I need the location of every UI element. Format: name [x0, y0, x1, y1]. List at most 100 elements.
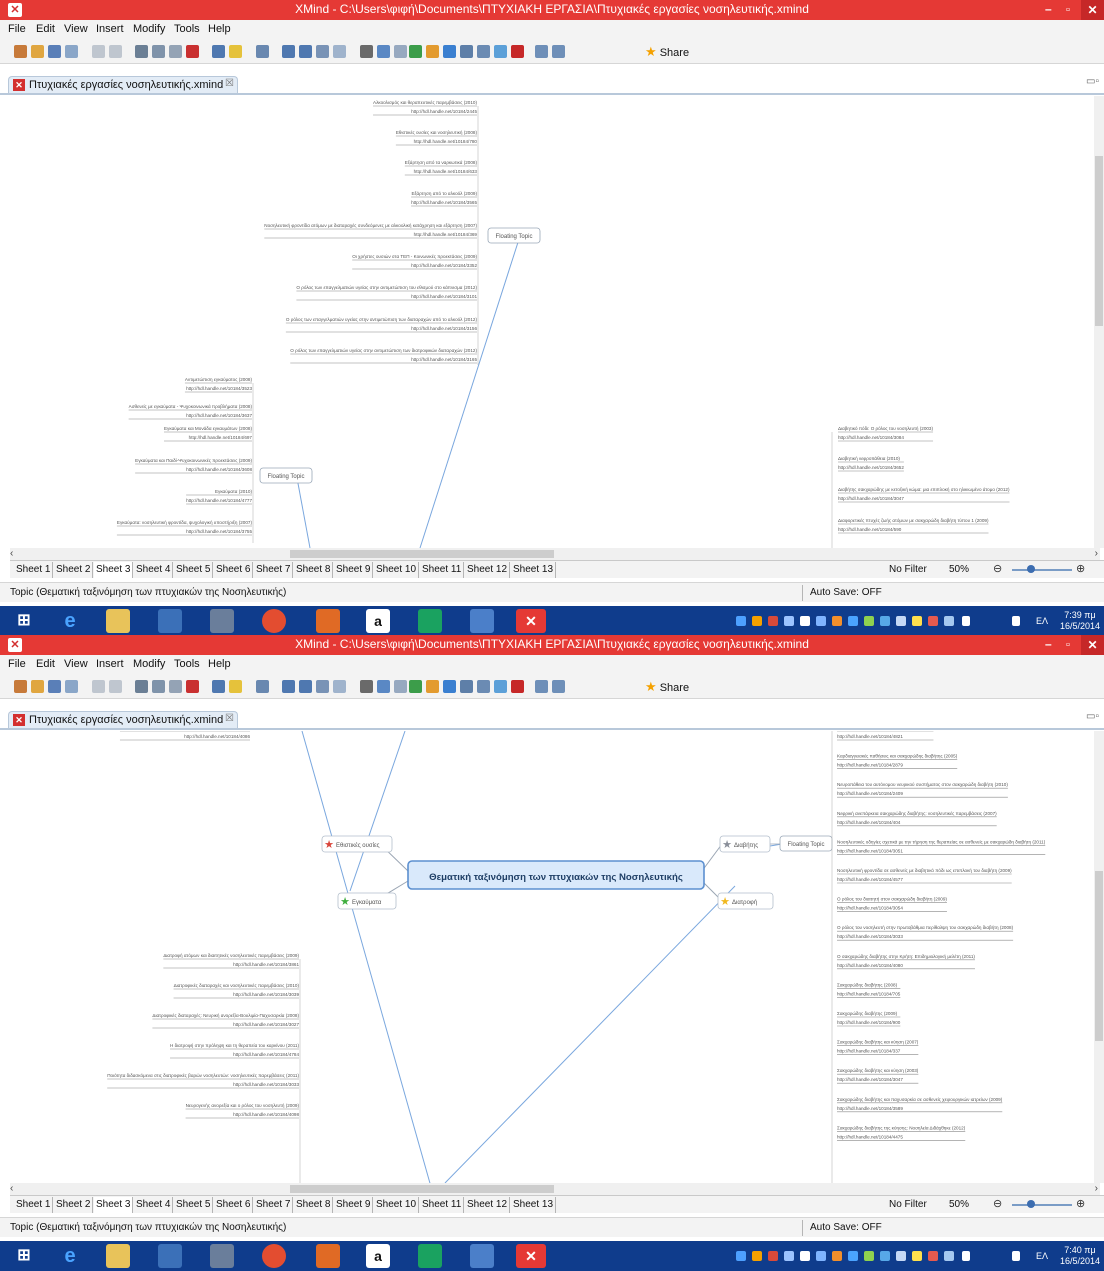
- subtopic-item[interactable]: Εγκαύματα (2010) http://hdl.handle.net/10…: [186, 488, 252, 505]
- undo-icon[interactable]: [92, 45, 105, 58]
- subtopic-title[interactable]: Ο ρόλος του νοσηλευτή στην πρωτοβάθμια π…: [837, 924, 1014, 930]
- subtopic-item[interactable]: Ποιότητα διδασκόμενα στις διατροφικές βα…: [107, 1072, 299, 1089]
- subtopic-item[interactable]: Νευροπάθεια του αυτόνομου νευρικού συστή…: [837, 781, 1008, 798]
- copy-icon[interactable]: [152, 45, 165, 58]
- zoom-level[interactable]: 50%: [949, 564, 969, 575]
- vertical-scrollbar[interactable]: [1094, 96, 1104, 548]
- zoom-in-icon[interactable]: ⊕: [1076, 562, 1085, 575]
- subtopic-item[interactable]: Εθιστικές ουσίες και νοσηλευτική (2008) h…: [395, 129, 478, 146]
- sheet-tab[interactable]: Sheet 1: [14, 562, 54, 578]
- sheet-tab[interactable]: Sheet 13: [511, 562, 557, 578]
- filter-dropdown[interactable]: No Filter: [889, 564, 927, 575]
- delete-icon[interactable]: [186, 45, 199, 58]
- paste-icon[interactable]: [169, 45, 182, 58]
- summary-icon[interactable]: [494, 45, 507, 58]
- subtopic-title[interactable]: Νευρογενής ανορεξία και ο ρόλος του νοση…: [186, 1102, 300, 1109]
- subtopic-item[interactable]: Διαβητική νεφροπάθεια (2010) http://hdl.h…: [838, 455, 904, 472]
- subtopic-link[interactable]: http://hdl.handle.net/10184/3861: [233, 962, 299, 967]
- subtopic-title[interactable]: Ο ρόλος των επαγγελματιών υγείας στην αν…: [286, 316, 478, 322]
- subtopic-item[interactable]: Σακχαρώδης διαβήτης και κύηση (2007) http…: [837, 1039, 919, 1055]
- zoom-slider[interactable]: [1012, 1204, 1072, 1206]
- menu-insert[interactable]: Insert: [96, 658, 124, 670]
- main-topic[interactable]: ★ Εθιστικές ουσίες: [321, 835, 393, 853]
- office-icon[interactable]: [316, 609, 340, 633]
- sheet-tab[interactable]: Sheet 5: [174, 562, 214, 578]
- tray-icon-6[interactable]: [816, 616, 826, 626]
- menu-view[interactable]: View: [64, 658, 88, 670]
- subtopic-title[interactable]: Εξάρτηση από τα ναρκωτικά (2008): [405, 159, 478, 166]
- subtopic-link[interactable]: http://hdl.handle.net/10184/4577: [837, 877, 903, 882]
- tray-icon-12[interactable]: [912, 1251, 922, 1261]
- stop-icon[interactable]: [511, 680, 524, 693]
- zoom-slider-knob[interactable]: [1027, 565, 1035, 573]
- subtopic-title[interactable]: Ο ρόλος των επαγγελματιών υγείας στην αν…: [296, 284, 477, 290]
- subtopic-title[interactable]: Αλκοολισμός και θεραπευτικές παρεμβάσεις…: [373, 99, 477, 105]
- view-menu-icon[interactable]: ▭▫: [1086, 76, 1099, 87]
- language-indicator[interactable]: ΕΛ: [1036, 616, 1048, 626]
- subtopic-link[interactable]: http://hdl.handle.net/10184/3652: [838, 465, 904, 470]
- xmind-taskbar-icon[interactable]: ✕: [516, 1244, 546, 1268]
- zoom-level[interactable]: 50%: [949, 1199, 969, 1210]
- marker-icon[interactable]: [409, 680, 422, 693]
- subtopic-link[interactable]: http://hdl.handle.net/10184/3589: [837, 1106, 903, 1111]
- zoom-in-icon[interactable]: ⊕: [1076, 1197, 1085, 1210]
- volume-icon[interactable]: [1012, 1251, 1020, 1261]
- signal-icon[interactable]: [962, 616, 970, 626]
- subtopic-title[interactable]: Σακχαρώδης διαβήτης και παχυσαρκία σε ασ…: [837, 1096, 1003, 1102]
- horizontal-scrollbar-thumb[interactable]: [290, 550, 554, 558]
- subtopic-link[interactable]: http://hdl.handle.net/10184/3051: [837, 848, 903, 853]
- image-icon[interactable]: [377, 45, 390, 58]
- filter-dropdown[interactable]: No Filter: [889, 1199, 927, 1210]
- view-menu-icon[interactable]: ▭▫: [1086, 711, 1099, 722]
- subtopic-title[interactable]: Νευροπάθεια του αυτόνομου νευρικού συστή…: [837, 781, 1008, 787]
- subtopic-link[interactable]: http://hdl.handle.net/10184/4821: [837, 734, 903, 739]
- subtopic-title[interactable]: Διατροφή ατόμων και διαιτητικές νοσηλευτ…: [163, 952, 299, 958]
- main-topic[interactable]: ★ Διαβήτης: [719, 835, 771, 853]
- network-icon[interactable]: [944, 616, 954, 626]
- subtopic-title[interactable]: Εγκαύματα: νοσηλευτική φροντίδα, ψυχολογ…: [117, 519, 253, 526]
- mind-map-canvas[interactable]: Θεματική ταξινόμηση των πτυχιακών της Νο…: [10, 731, 1100, 1183]
- window-titlebar[interactable]: ✕ XMind - C:\Users\φιφή\Documents\ΠΤΥΧΙΑ…: [0, 0, 1104, 20]
- menu-tools[interactable]: Tools: [174, 658, 200, 670]
- chrome-icon[interactable]: [262, 609, 286, 633]
- app-icon-2[interactable]: [210, 609, 234, 633]
- subtopic-item[interactable]: Ο ρόλος του διαιτητή στον σακχαρώδη διαβ…: [837, 896, 947, 912]
- subtopic-title[interactable]: Ο σακχαρώδης διαβήτης στην Κρήτη: Επιδημ…: [837, 953, 975, 959]
- hyperlink-icon[interactable]: [360, 45, 373, 58]
- sheet-tab[interactable]: Sheet 12: [465, 1197, 511, 1213]
- word-icon[interactable]: [470, 1244, 494, 1268]
- subtopic-link[interactable]: http://hdl.handle.net/10184/633: [414, 169, 478, 174]
- layout-icon[interactable]: [256, 680, 269, 693]
- subtopic-link[interactable]: http://hdl.handle.net/10184/4080: [837, 963, 903, 968]
- tray-icon-7[interactable]: [832, 1251, 842, 1261]
- open-icon[interactable]: [31, 45, 44, 58]
- drill-up-icon[interactable]: [552, 680, 565, 693]
- subtopic-title[interactable]: Οι χρήστες ουσιών στα ΤΕΠ - Κοινωνικές π…: [352, 253, 477, 259]
- marker-icon[interactable]: [409, 45, 422, 58]
- subtopic-link[interactable]: http://hdl.handle.net/10184/705: [837, 991, 901, 996]
- menu-modify[interactable]: Modify: [133, 658, 165, 670]
- subtopic-link[interactable]: http://hdl.handle.net/10184/3352: [411, 263, 477, 268]
- subtopic-item[interactable]: Νεφρική ανεπάρκεια σακχαρώδης διαβήτης: …: [837, 810, 997, 827]
- menu-tools[interactable]: Tools: [174, 23, 200, 35]
- subtopic-item[interactable]: Ο ρόλος των επαγγελματιών υγείας στην αν…: [285, 316, 478, 333]
- sheet-tab[interactable]: Sheet 4: [134, 1197, 174, 1213]
- zoom-out-icon[interactable]: ⊖: [993, 562, 1002, 575]
- flag-icon[interactable]: [928, 1251, 938, 1261]
- main-topic[interactable]: ★ Εγκαύματα: [337, 892, 397, 910]
- subtopic-title[interactable]: Ασθενείς με εγκαύματα - Ψυχοκοινωνικά πρ…: [129, 403, 253, 409]
- subtopic-title[interactable]: Εξάρτηση από το αλκοόλ (2009): [411, 190, 477, 197]
- subtopic-link[interactable]: http://hdl.handle.net/10184/3033: [837, 934, 903, 939]
- subtopic-link[interactable]: http://hdl.handle.net/10184/3084: [838, 435, 904, 440]
- idea-icon[interactable]: [229, 680, 242, 693]
- subtopic-item[interactable]: Νοσηλευτικές οδηγίες σχετικά με την τήρη…: [837, 838, 1046, 855]
- subtopic-title[interactable]: Διαβήτης σακχαρώδης με κετοξική κώμα: μι…: [838, 486, 1010, 493]
- subtopic-link[interactable]: http://hdl.handle.net/10184/4784: [233, 1052, 299, 1057]
- subtopic-link[interactable]: http://hdl.handle.net/10184/3156: [411, 326, 477, 331]
- floating-topic[interactable]: Floating Topic: [259, 467, 313, 484]
- sheet-tab[interactable]: Sheet 6: [214, 562, 254, 578]
- drill-down-icon[interactable]: [535, 680, 548, 693]
- cut-icon[interactable]: [135, 45, 148, 58]
- sheet-tab[interactable]: Sheet 3: [94, 1197, 134, 1213]
- menu-file[interactable]: File: [8, 658, 26, 670]
